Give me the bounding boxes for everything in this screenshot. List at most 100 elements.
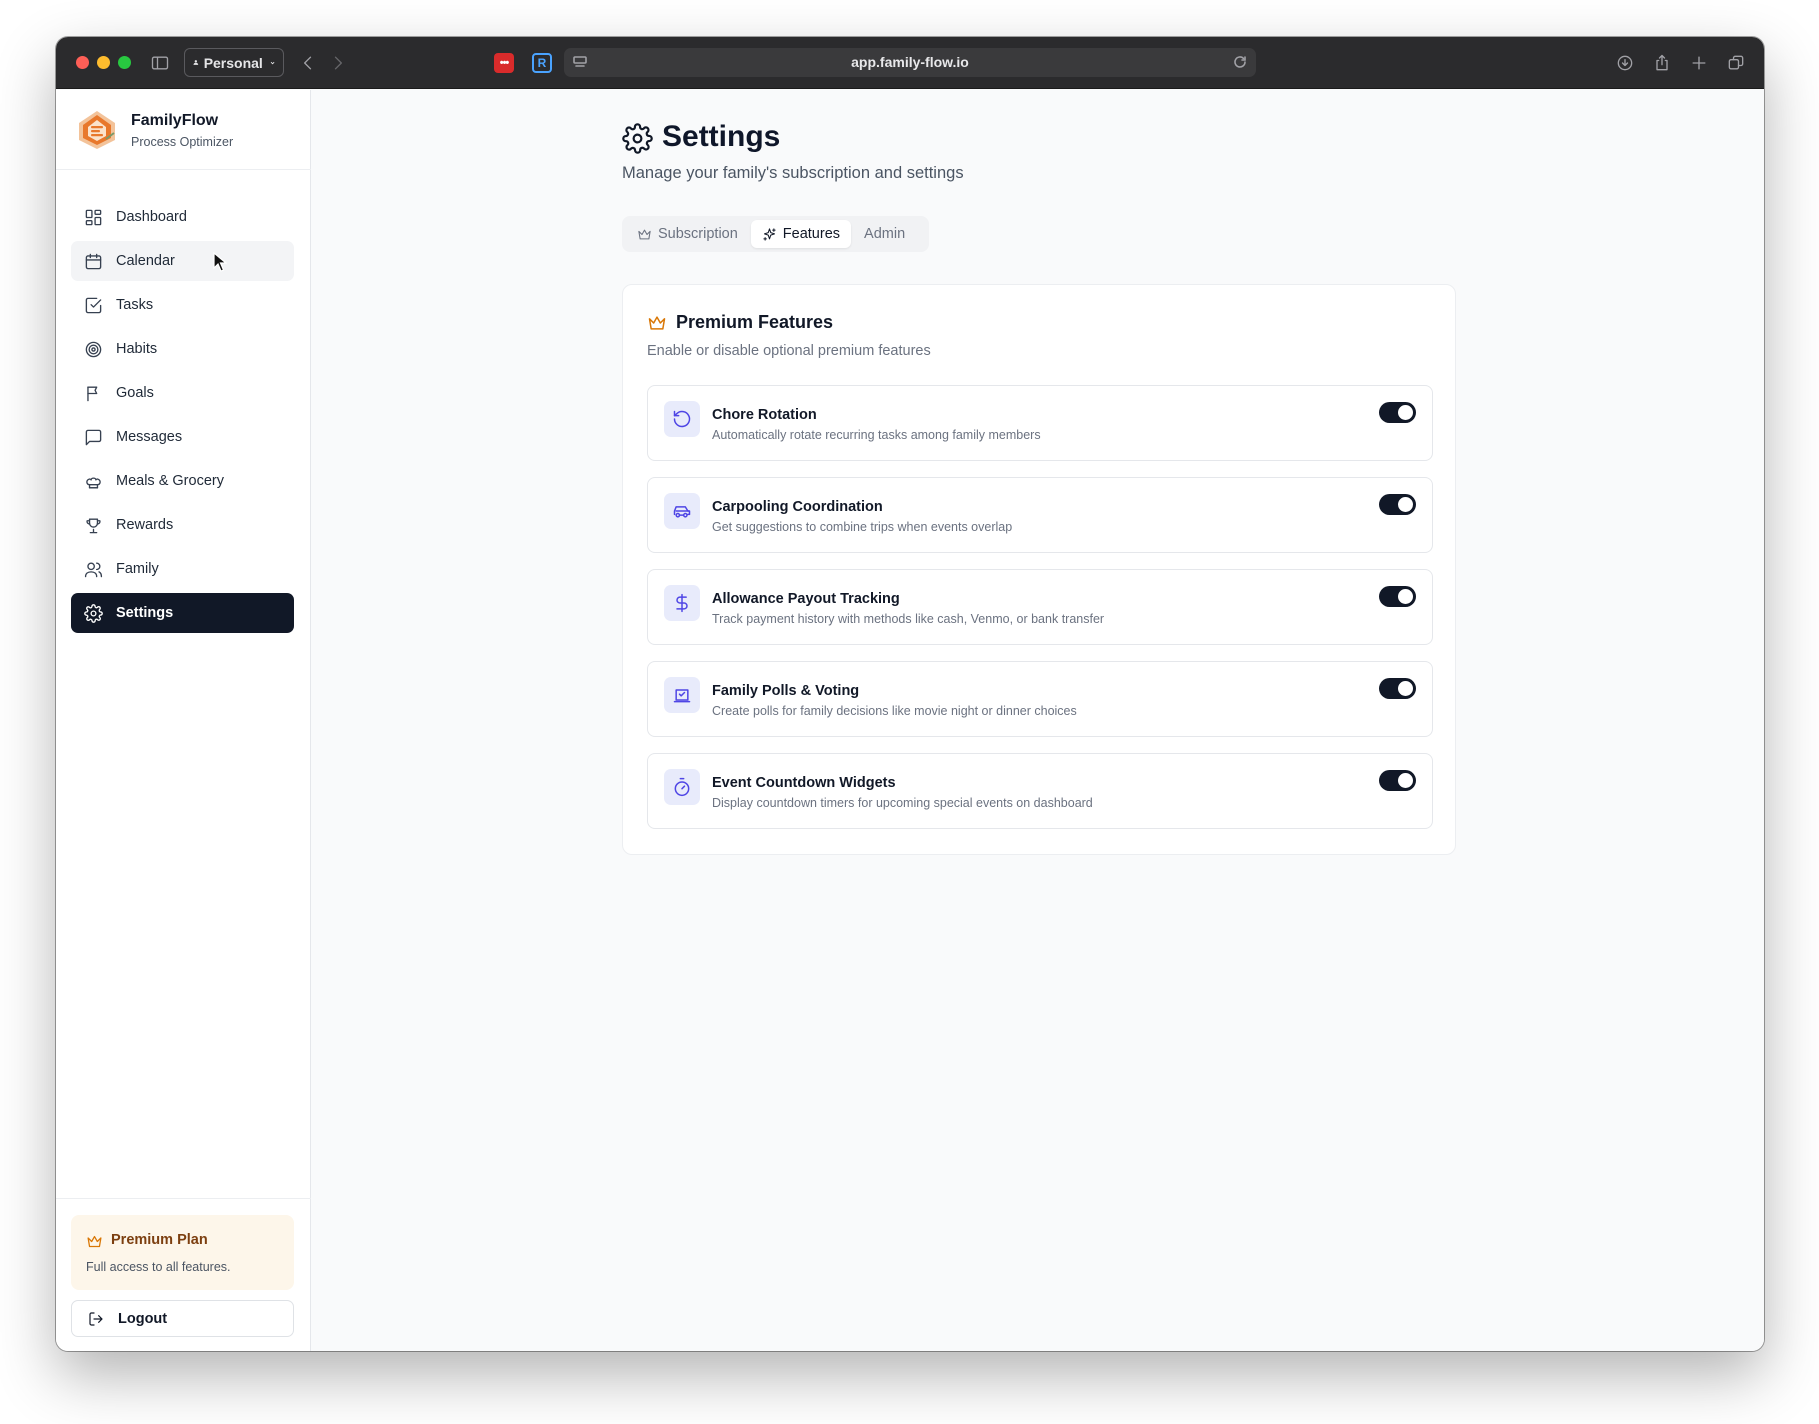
sidebar-item-rewards[interactable]: Rewards (71, 505, 294, 545)
premium-plan-card: Premium Plan Full access to all features… (71, 1215, 294, 1290)
logout-label: Logout (118, 1310, 168, 1327)
share-icon[interactable] (1650, 51, 1674, 75)
layout-grid-icon (83, 207, 103, 227)
family-polls-voting-toggle[interactable] (1379, 678, 1416, 699)
sidebar-toggle-icon[interactable] (148, 51, 172, 75)
carpooling-coordination-toggle[interactable] (1379, 494, 1416, 515)
sidebar-item-family[interactable]: Family (71, 549, 294, 589)
feature-chore-rotation: Chore Rotation Automatically rotate recu… (647, 385, 1433, 461)
settings-gear-icon (622, 123, 653, 154)
feature-event-countdown-widgets: Event Countdown Widgets Display countdow… (647, 753, 1433, 829)
sidebar-nav: Dashboard Calendar Tasks Habits Goals Me… (71, 197, 294, 637)
brand-header[interactable]: FamilyFlow Process Optimizer (56, 90, 311, 170)
sidebar-item-label: Habits (116, 341, 158, 357)
sidebar-item-messages[interactable]: Messages (71, 417, 294, 457)
rotate-ccw-icon (664, 401, 700, 437)
tab-admin[interactable]: Admin (853, 220, 916, 248)
toggle-knob (1398, 681, 1413, 696)
sidebar-item-label: Settings (116, 605, 174, 621)
feature-title: Event Countdown Widgets (712, 775, 896, 791)
message-square-icon (83, 427, 103, 447)
premium-features-panel: Premium Features Enable or disable optio… (622, 284, 1456, 855)
chef-hat-icon (83, 471, 103, 491)
calendar-icon (83, 251, 103, 271)
plan-description: Full access to all features. (86, 1260, 231, 1274)
sidebar-item-label: Calendar (116, 253, 175, 269)
sidebar: FamilyFlow Process Optimizer Dashboard C… (56, 90, 311, 1351)
allowance-payout-tracking-toggle[interactable] (1379, 586, 1416, 607)
toggle-knob (1398, 405, 1413, 420)
sidebar-item-label: Messages (116, 429, 183, 445)
sparkles-icon (763, 227, 776, 241)
toggle-knob (1398, 773, 1413, 788)
logout-button[interactable]: Logout (71, 1300, 294, 1337)
vote-icon (664, 677, 700, 713)
window-controls (76, 56, 131, 69)
profile-label: Personal (203, 54, 263, 71)
timer-icon (664, 769, 700, 805)
feature-title: Carpooling Coordination (712, 499, 883, 515)
feature-description: Get suggestions to combine trips when ev… (712, 520, 1013, 534)
tab-subscription[interactable]: Subscription (626, 220, 749, 248)
trophy-icon (83, 515, 103, 535)
profile-button[interactable]: Personal (184, 48, 284, 77)
panel-header: Premium Features (647, 312, 833, 333)
feature-carpooling-coordination: Carpooling Coordination Get suggestions … (647, 477, 1433, 553)
crown-icon (86, 1233, 103, 1250)
page-subtitle: Manage your family's subscription and se… (622, 164, 964, 182)
feature-description: Display countdown timers for upcoming sp… (712, 796, 1093, 810)
extension-password-icon[interactable]: ••• (494, 53, 514, 73)
tab-overview-icon[interactable] (1724, 51, 1748, 75)
close-window-button[interactable] (76, 56, 89, 69)
feature-family-polls-voting: Family Polls & Voting Create polls for f… (647, 661, 1433, 737)
chevron-down-icon (270, 61, 275, 64)
feature-description: Track payment history with methods like … (712, 612, 1105, 626)
back-icon[interactable] (296, 51, 320, 75)
zoom-window-button[interactable] (118, 56, 131, 69)
reload-icon[interactable] (1232, 54, 1248, 70)
toggle-knob (1398, 497, 1413, 512)
downloads-icon[interactable] (1613, 51, 1637, 75)
tab-label: Admin (864, 226, 906, 242)
page-title: Settings (662, 120, 781, 153)
sidebar-item-dashboard[interactable]: Dashboard (71, 197, 294, 237)
toggle-knob (1398, 589, 1413, 604)
address-bar[interactable]: app.family-flow.io (564, 48, 1256, 77)
sidebar-item-habits[interactable]: Habits (71, 329, 294, 369)
feature-allowance-payout-tracking: Allowance Payout Tracking Track payment … (647, 569, 1433, 645)
tab-label: Features (782, 226, 841, 242)
target-icon (83, 339, 103, 359)
feature-title: Allowance Payout Tracking (712, 591, 900, 607)
sidebar-item-calendar[interactable]: Calendar (71, 241, 294, 281)
new-tab-icon[interactable] (1687, 51, 1711, 75)
sidebar-item-settings[interactable]: Settings (71, 593, 294, 633)
mouse-cursor-icon (213, 252, 227, 272)
sidebar-divider (56, 1198, 311, 1199)
minimize-window-button[interactable] (97, 56, 110, 69)
sidebar-item-label: Dashboard (116, 209, 187, 225)
tab-features[interactable]: Features (750, 220, 852, 248)
feature-description: Automatically rotate recurring tasks amo… (712, 428, 1041, 442)
event-countdown-widgets-toggle[interactable] (1379, 770, 1416, 791)
settings-icon (83, 603, 103, 623)
sidebar-item-goals[interactable]: Goals (71, 373, 294, 413)
sidebar-item-label: Tasks (116, 297, 154, 313)
sidebar-item-label: Goals (116, 385, 154, 401)
brand-name: FamilyFlow (131, 112, 219, 129)
familyflow-logo (76, 109, 118, 151)
person-icon (193, 60, 199, 65)
chore-rotation-toggle[interactable] (1379, 402, 1416, 423)
forward-icon[interactable] (326, 51, 350, 75)
sidebar-item-tasks[interactable]: Tasks (71, 285, 294, 325)
feature-description: Create polls for family decisions like m… (712, 704, 1077, 718)
brand-subtitle: Process Optimizer (131, 135, 234, 149)
crown-icon (638, 229, 651, 239)
tab-label: Subscription (658, 226, 738, 242)
url-text: app.family-flow.io (851, 54, 969, 70)
car-icon (664, 493, 700, 529)
feature-title: Chore Rotation (712, 407, 817, 423)
browser-toolbar: Personal ••• R app.family-flow.io (56, 37, 1764, 89)
sidebar-item-meals-grocery[interactable]: Meals & Grocery (71, 461, 294, 501)
extension-r-icon[interactable]: R (532, 53, 552, 73)
plan-title: Premium Plan (111, 1232, 208, 1248)
